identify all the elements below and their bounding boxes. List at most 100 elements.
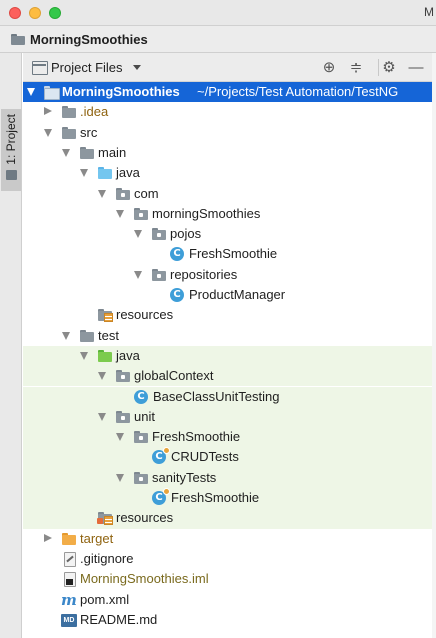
chevron-down-icon[interactable]	[134, 270, 142, 279]
tree-row-freshsmoothie-pkg[interactable]: FreshSmoothie	[23, 427, 436, 448]
tree-row-unit[interactable]: unit	[23, 406, 436, 428]
project-tab-label: 1: Project	[4, 114, 18, 165]
tree-row-pojos[interactable]: pojos	[23, 224, 436, 244]
tree-item-label: BaseClassUnitTesting	[153, 388, 280, 404]
folder-icon	[62, 126, 76, 139]
tree-item-label: repositories	[170, 266, 238, 282]
test-root-folder-icon	[98, 349, 112, 362]
view-selector-label[interactable]: Project Files	[51, 60, 123, 75]
tree-item-label: java	[116, 347, 140, 363]
tree-row-productmanager[interactable]: C ProductManager	[23, 285, 436, 305]
navigation-bar: MorningSmoothies	[0, 26, 436, 53]
zoom-window-button[interactable]	[49, 7, 61, 19]
package-icon	[134, 207, 148, 220]
tree-item-label: .idea	[80, 104, 109, 120]
tree-row-src[interactable]: src	[23, 123, 436, 143]
tree-item-label: pojos	[170, 226, 202, 242]
resources-folder-icon	[98, 309, 113, 323]
package-icon	[152, 268, 166, 281]
chevron-down-icon[interactable]	[134, 230, 142, 239]
folder-icon	[11, 33, 25, 45]
test-class-icon: C	[152, 447, 170, 465]
tree-row-iml[interactable]: MorningSmoothies.iml	[23, 569, 436, 589]
project-files-icon	[32, 61, 48, 75]
chevron-down-icon[interactable]	[27, 88, 35, 96]
folder-icon	[62, 106, 76, 119]
tree-item-label: target	[80, 530, 114, 546]
chevron-down-icon[interactable]	[80, 351, 88, 360]
tree-row-sanitytests[interactable]: sanityTests	[23, 467, 436, 488]
tree-row-baseclassunittesting[interactable]: C BaseClassUnitTesting	[23, 386, 436, 407]
chevron-down-icon[interactable]	[62, 331, 70, 340]
tree-item-label: FreshSmoothie	[189, 246, 278, 262]
toolbar-divider	[378, 59, 379, 76]
window-title-bar: M	[0, 0, 436, 26]
chevron-down-icon[interactable]	[116, 209, 124, 218]
tree-row-morningsmoothies-pkg[interactable]: morningSmoothies	[23, 204, 436, 224]
tree-row-gitignore[interactable]: .gitignore	[23, 549, 436, 569]
tree-item-label: globalContext	[134, 368, 214, 384]
chevron-down-icon[interactable]	[133, 65, 141, 70]
tree-row-idea[interactable]: .idea	[23, 102, 436, 122]
markdown-file-icon: MD	[61, 613, 77, 627]
tree-row-main-resources[interactable]: resources	[23, 305, 436, 325]
tree-row-globalcontext[interactable]: globalContext	[23, 366, 436, 387]
window-title-fragment: M	[424, 5, 434, 19]
gitignore-file-icon	[64, 551, 76, 567]
tree-row-repositories[interactable]: repositories	[23, 265, 436, 285]
project-toolbar: Project Files ⊕ ≑ ⚙ —	[23, 53, 436, 82]
locate-icon[interactable]: ⊕	[320, 58, 338, 76]
window-edge	[432, 53, 436, 638]
tree-item-label: resources	[116, 307, 174, 323]
chevron-down-icon[interactable]	[62, 148, 70, 157]
folder-icon	[80, 329, 94, 342]
hide-icon[interactable]: —	[407, 58, 425, 76]
test-resources-folder-icon	[97, 512, 113, 526]
tree-item-label: main	[98, 144, 127, 160]
chevron-right-icon[interactable]	[44, 107, 52, 116]
close-window-button[interactable]	[9, 7, 21, 19]
tree-item-label: ProductManager	[189, 287, 286, 302]
project-tree: MorningSmoothies ~/Projects/Test Automat…	[23, 82, 436, 638]
tree-row-root[interactable]: MorningSmoothies ~/Projects/Test Automat…	[23, 82, 436, 103]
tree-item-label: java	[116, 165, 140, 181]
collapse-all-icon[interactable]: ≑	[347, 58, 365, 76]
minimize-window-button[interactable]	[29, 7, 41, 19]
nav-project-name[interactable]: MorningSmoothies	[30, 32, 148, 47]
chevron-down-icon[interactable]	[116, 433, 124, 442]
package-icon	[134, 471, 148, 484]
chevron-down-icon[interactable]	[98, 412, 106, 421]
chevron-down-icon[interactable]	[80, 169, 88, 178]
tree-row-com[interactable]: com	[23, 184, 436, 204]
tree-row-test-java[interactable]: java	[23, 345, 436, 367]
tree-root-path: ~/Projects/Test Automation/TestNG	[197, 84, 399, 99]
package-icon	[116, 410, 130, 423]
tree-row-test[interactable]: test	[23, 326, 436, 346]
chevron-right-icon[interactable]	[44, 533, 52, 542]
tree-item-label: com	[134, 185, 159, 201]
test-class-icon: C	[152, 488, 170, 505]
tree-row-sanity-freshsmoothie[interactable]: C FreshSmoothie	[23, 488, 436, 509]
iml-file-icon	[64, 572, 76, 588]
tree-row-main[interactable]: main	[23, 143, 436, 163]
chevron-down-icon[interactable]	[98, 189, 106, 198]
tree-root-label: MorningSmoothies	[62, 84, 180, 99]
tree-row-target[interactable]: target	[23, 529, 436, 549]
java-class-icon: C	[170, 247, 184, 262]
chevron-down-icon[interactable]	[98, 372, 106, 381]
tree-row-pom[interactable]: m pom.xml	[23, 590, 436, 610]
java-class-icon: C	[134, 389, 148, 404]
chevron-down-icon[interactable]	[44, 128, 52, 137]
tree-row-readme[interactable]: MD README.md	[23, 610, 436, 630]
folder-icon	[80, 146, 94, 159]
package-icon	[152, 228, 166, 241]
tree-row-main-java[interactable]: java	[23, 163, 436, 183]
tree-row-freshsmoothie-class[interactable]: C FreshSmoothie	[23, 244, 436, 264]
tree-item-label: MorningSmoothies.iml	[80, 571, 209, 587]
tree-row-crudtests[interactable]: C CRUDTests	[23, 447, 436, 468]
chevron-down-icon[interactable]	[116, 473, 124, 482]
gear-icon[interactable]: ⚙	[380, 58, 398, 76]
tree-row-test-resources[interactable]: resources	[23, 508, 436, 529]
package-icon	[116, 187, 130, 200]
project-tool-window-tab[interactable]: 1: Project	[1, 109, 21, 191]
